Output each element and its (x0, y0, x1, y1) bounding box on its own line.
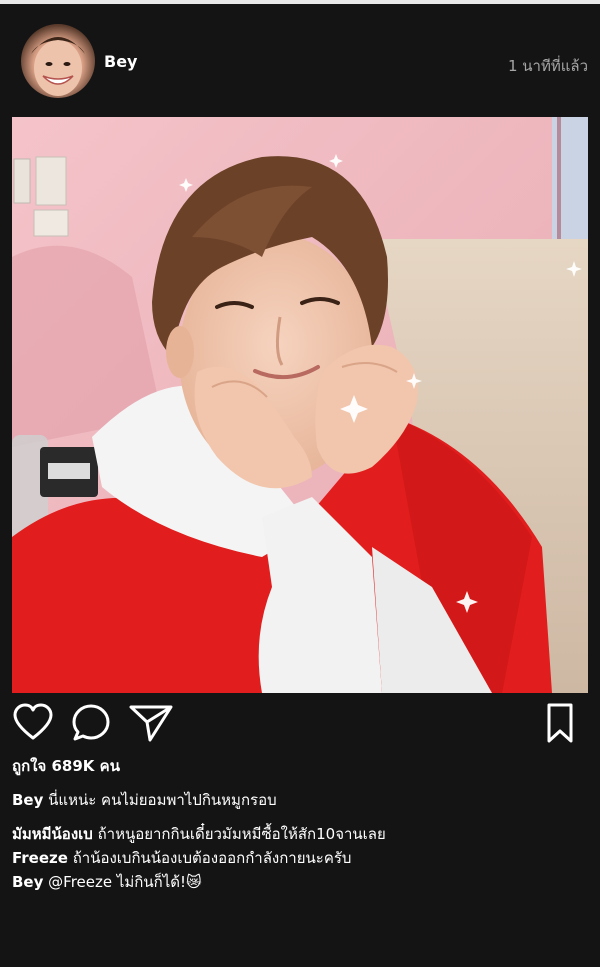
paper-plane-icon[interactable] (128, 702, 174, 748)
comment-username[interactable]: Bey (12, 873, 43, 891)
post-photo[interactable] (12, 117, 588, 693)
post-timestamp: 1 นาทีที่แล้ว (507, 57, 588, 75)
comment-username[interactable]: Freeze (12, 849, 68, 867)
caption-text: นี่แหน่ะ คนไม่ยอมพาไปกินหมูกรอบ (43, 791, 277, 809)
post-caption: Bey นี่แหน่ะ คนไม่ยอมพาไปกินหมูกรอบ (12, 788, 588, 812)
comment-item: มัมหมีน้องเบ ถ้าหนูอยากกินเดี๋ยวมัมหมีซื… (12, 822, 588, 846)
action-bar (0, 700, 600, 746)
post-header: Bey 1 นาทีที่แล้ว (0, 4, 600, 114)
like-count[interactable]: ถูกใจ 689K คน (12, 754, 120, 778)
post-username[interactable]: Bey (104, 52, 137, 71)
avatar[interactable] (21, 24, 95, 98)
comment-icon[interactable] (70, 702, 112, 748)
comment-item: Freeze ถ้าน้องเบกินน้องเบต้องออกกำลังกาย… (12, 846, 588, 870)
heart-icon[interactable] (12, 702, 54, 748)
comment-list: มัมหมีน้องเบ ถ้าหนูอยากกินเดี๋ยวมัมหมีซื… (12, 822, 588, 894)
caption-username[interactable]: Bey (12, 791, 43, 809)
comment-item: Bey @Freeze ไม่กินก็ได้!😿 (12, 870, 588, 894)
comment-text: @Freeze ไม่กินก็ได้!😿 (43, 873, 202, 891)
comment-text: ถ้าน้องเบกินน้องเบต้องออกกำลังกายนะครับ (67, 849, 352, 867)
comment-text: ถ้าหนูอยากกินเดี๋ยวมัมหมีซื้อให้สัก10จาน… (92, 825, 386, 843)
bookmark-icon[interactable] (544, 702, 576, 748)
comment-username[interactable]: มัมหมีน้องเบ (12, 825, 93, 843)
